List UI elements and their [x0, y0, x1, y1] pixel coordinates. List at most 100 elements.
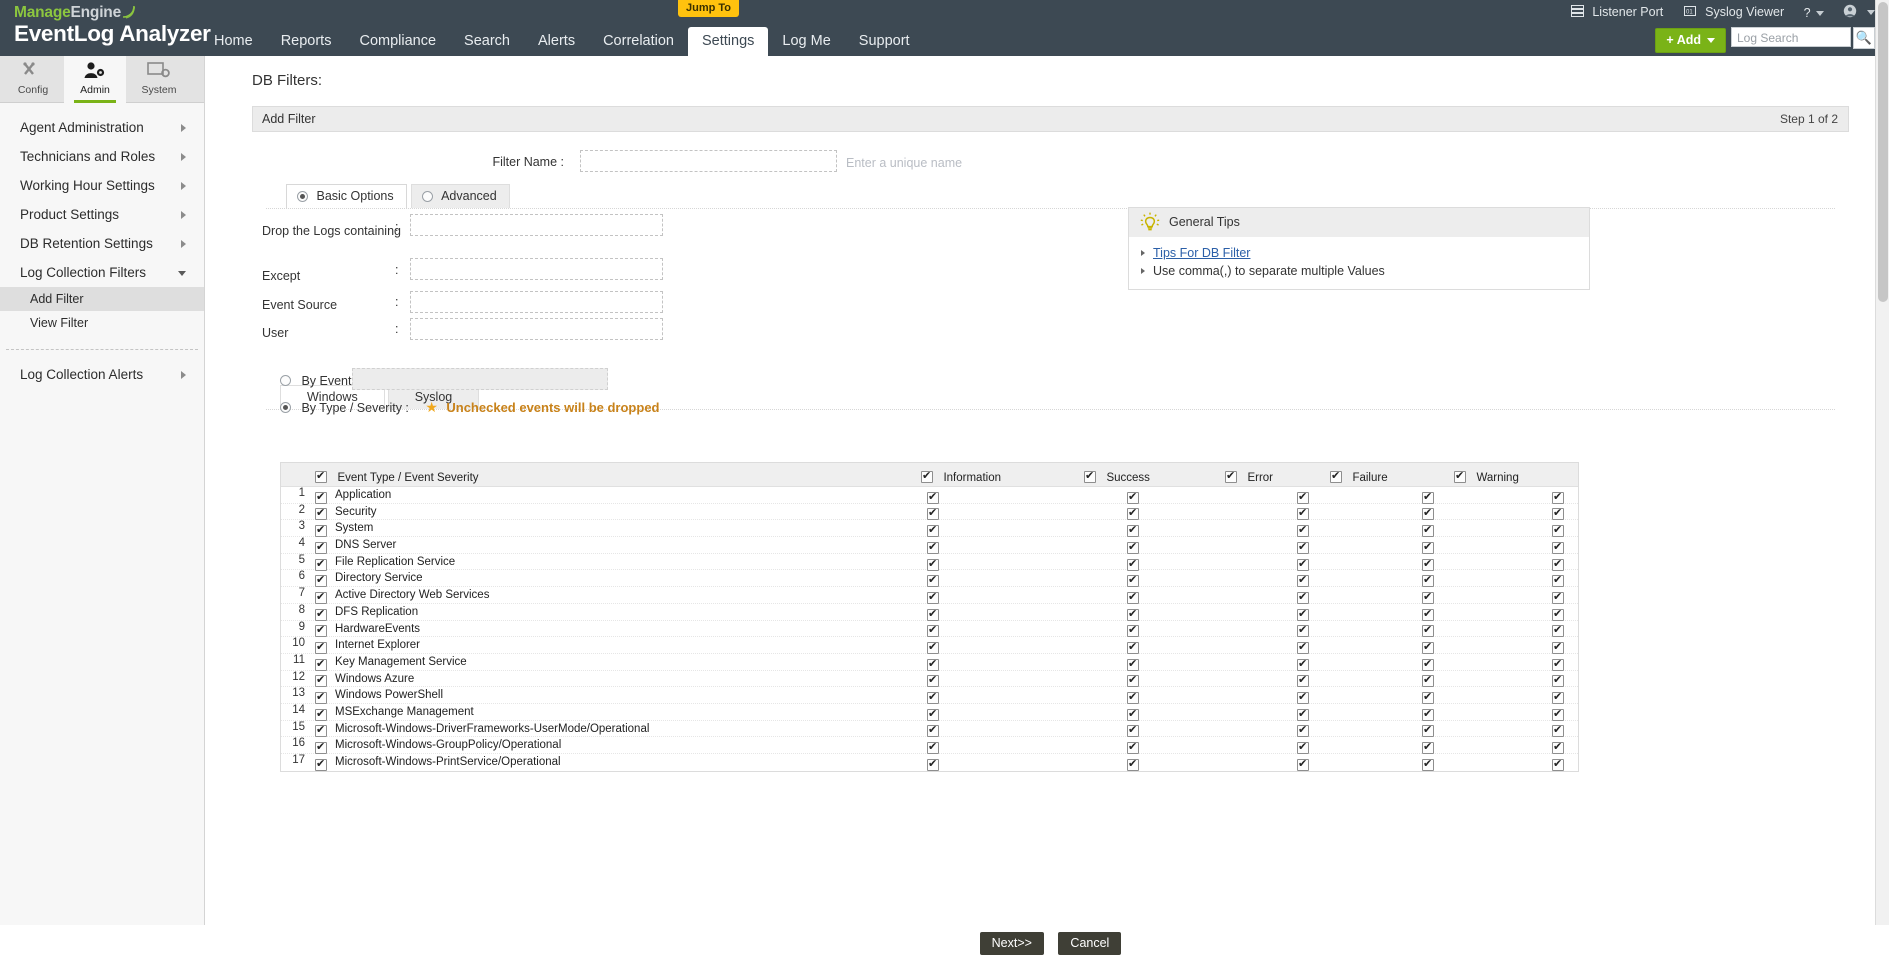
sidebar-item-label: Agent Administration	[20, 120, 144, 135]
table-row[interactable]: 9HardwareEvents	[281, 621, 1578, 638]
failure-column-checkbox[interactable]	[1330, 471, 1342, 483]
except-label: Except	[262, 269, 300, 283]
search-icon[interactable]: 🔍	[1853, 27, 1875, 49]
sidebar-divider	[6, 349, 198, 350]
scrollbar-thumb[interactable]	[1878, 2, 1888, 302]
drop-logs-input[interactable]	[410, 214, 663, 236]
tab-basic-options[interactable]: Basic Options	[286, 184, 407, 208]
sidebar-mode-admin[interactable]: Admin	[64, 56, 126, 103]
error-column-checkbox[interactable]	[1225, 471, 1237, 483]
severity-checkbox-failure[interactable]	[1422, 756, 1434, 774]
tab-advanced[interactable]: Advanced	[411, 184, 510, 208]
next-button[interactable]: Next>>	[980, 932, 1044, 955]
warning-column-checkbox[interactable]	[1454, 471, 1466, 483]
row-label: Microsoft-Windows-DriverFrameworks-UserM…	[335, 723, 649, 735]
sidebar-navigation: Agent Administration Technicians and Rol…	[0, 103, 204, 389]
header-col-error: Error	[1225, 468, 1273, 486]
left-sidebar: Config Admin System Agent Administration…	[0, 56, 205, 925]
chevron-down-icon	[1707, 38, 1715, 43]
header-col-event-type: Event Type / Event Severity	[315, 468, 479, 486]
sidebar-subitem-view-filter[interactable]: View Filter	[0, 311, 204, 335]
user-colon: :	[395, 322, 398, 336]
row-number: 14	[281, 704, 305, 716]
help-menu[interactable]: ?	[1804, 6, 1824, 20]
sidebar-item-log-collection-filters[interactable]: Log Collection Filters	[0, 258, 204, 287]
syslog-icon: 01	[1683, 5, 1697, 20]
table-row[interactable]: 12Windows Azure	[281, 671, 1578, 688]
cancel-button[interactable]: Cancel	[1058, 932, 1121, 955]
sidebar-item-agent-administration[interactable]: Agent Administration	[0, 113, 204, 142]
sidebar-mode-system-label: System	[128, 84, 190, 96]
listener-port-label: Listener Port	[1592, 5, 1663, 19]
user-menu[interactable]	[1843, 4, 1875, 21]
sidebar-mode-config[interactable]: Config	[2, 56, 64, 103]
event-source-input[interactable]	[410, 291, 663, 313]
user-input[interactable]	[410, 318, 663, 340]
table-row[interactable]: 16Microsoft-Windows-GroupPolicy/Operatio…	[281, 737, 1578, 754]
syslog-viewer-link[interactable]: 01 Syslog Viewer	[1683, 5, 1784, 20]
table-row[interactable]: 5File Replication Service	[281, 554, 1578, 571]
table-row[interactable]: 2Security	[281, 504, 1578, 521]
table-row[interactable]: 15Microsoft-Windows-DriverFrameworks-Use…	[281, 721, 1578, 738]
table-row[interactable]: 11Key Management Service	[281, 654, 1578, 671]
sidebar-item-product-settings[interactable]: Product Settings	[0, 200, 204, 229]
table-row[interactable]: 4DNS Server	[281, 537, 1578, 554]
severity-checkbox-error[interactable]	[1297, 756, 1309, 774]
sidebar-item-db-retention-settings[interactable]: DB Retention Settings	[0, 229, 204, 258]
sidebar-item-working-hour-settings[interactable]: Working Hour Settings	[0, 171, 204, 200]
listener-port-link[interactable]: Listener Port	[1571, 5, 1663, 20]
basic-options-radio[interactable]	[297, 191, 308, 202]
nav-settings[interactable]: Settings	[688, 27, 768, 56]
nav-reports[interactable]: Reports	[267, 27, 346, 56]
sidebar-item-log-collection-alerts[interactable]: Log Collection Alerts	[0, 360, 204, 389]
log-search-input[interactable]: Log Search	[1731, 27, 1851, 47]
row-label: System	[335, 522, 373, 534]
nav-support[interactable]: Support	[845, 27, 924, 56]
drop-logs-colon: :	[395, 220, 398, 234]
table-row[interactable]: 13Windows PowerShell	[281, 687, 1578, 704]
table-row[interactable]: 14 MSExchange Management	[281, 704, 1578, 721]
severity-checkbox-warning[interactable]	[1552, 756, 1564, 774]
add-filter-panel: Add Filter Step 1 of 2 Filter Name : Ent…	[252, 106, 1849, 892]
table-row[interactable]: 3System	[281, 520, 1578, 537]
by-eventid-radio[interactable]	[280, 375, 291, 386]
table-row[interactable]: 17Microsoft-Windows-PrintService/Operati…	[281, 754, 1578, 771]
main-content: DB Filters: Add Filter Step 1 of 2 Filte…	[206, 56, 1889, 925]
by-type-severity-radio[interactable]	[280, 402, 291, 413]
add-button[interactable]: + Add	[1655, 28, 1726, 53]
sidebar-subitem-add-filter[interactable]: Add Filter	[0, 287, 204, 311]
table-row[interactable]: 8DFS Replication	[281, 604, 1578, 621]
severity-checkbox-information[interactable]	[927, 756, 939, 774]
nav-compliance[interactable]: Compliance	[345, 27, 450, 56]
sidebar-mode-system[interactable]: System	[128, 56, 190, 103]
nav-search[interactable]: Search	[450, 27, 524, 56]
table-row[interactable]: 6Directory Service	[281, 570, 1578, 587]
table-row[interactable]: 10Internet Explorer	[281, 637, 1578, 654]
tools-icon	[2, 61, 64, 83]
filter-name-input[interactable]	[580, 150, 837, 172]
nav-correlation[interactable]: Correlation	[589, 27, 688, 56]
row-number: 9	[281, 621, 305, 633]
except-input[interactable]	[410, 258, 663, 280]
nav-home[interactable]: Home	[200, 27, 267, 56]
header-label: Information	[943, 472, 1001, 484]
jump-to-button[interactable]: Jump To	[678, 0, 739, 17]
sidebar-item-technicians-and-roles[interactable]: Technicians and Roles	[0, 142, 204, 171]
drop-logs-label: Drop the Logs containing	[262, 224, 401, 238]
table-row[interactable]: 1Application	[281, 487, 1578, 504]
tips-for-db-filter-link[interactable]: Tips For DB Filter	[1153, 246, 1250, 260]
select-all-checkbox[interactable]	[315, 471, 327, 483]
app-logo[interactable]: ManageEngine EventLog Analyzer	[14, 3, 211, 47]
nav-alerts[interactable]: Alerts	[524, 27, 589, 56]
severity-checkbox-success[interactable]	[1127, 756, 1139, 774]
general-tips-title: General Tips	[1169, 215, 1240, 229]
page-scrollbar[interactable]	[1875, 0, 1889, 925]
success-column-checkbox[interactable]	[1084, 471, 1096, 483]
nav-log-me[interactable]: Log Me	[768, 27, 844, 56]
row-checkbox[interactable]	[315, 756, 327, 774]
table-row[interactable]: 7Active Directory Web Services	[281, 587, 1578, 604]
information-column-checkbox[interactable]	[921, 471, 933, 483]
by-eventid-input[interactable]	[352, 368, 608, 390]
advanced-radio[interactable]	[422, 191, 433, 202]
row-label: MSExchange Management	[335, 706, 474, 718]
